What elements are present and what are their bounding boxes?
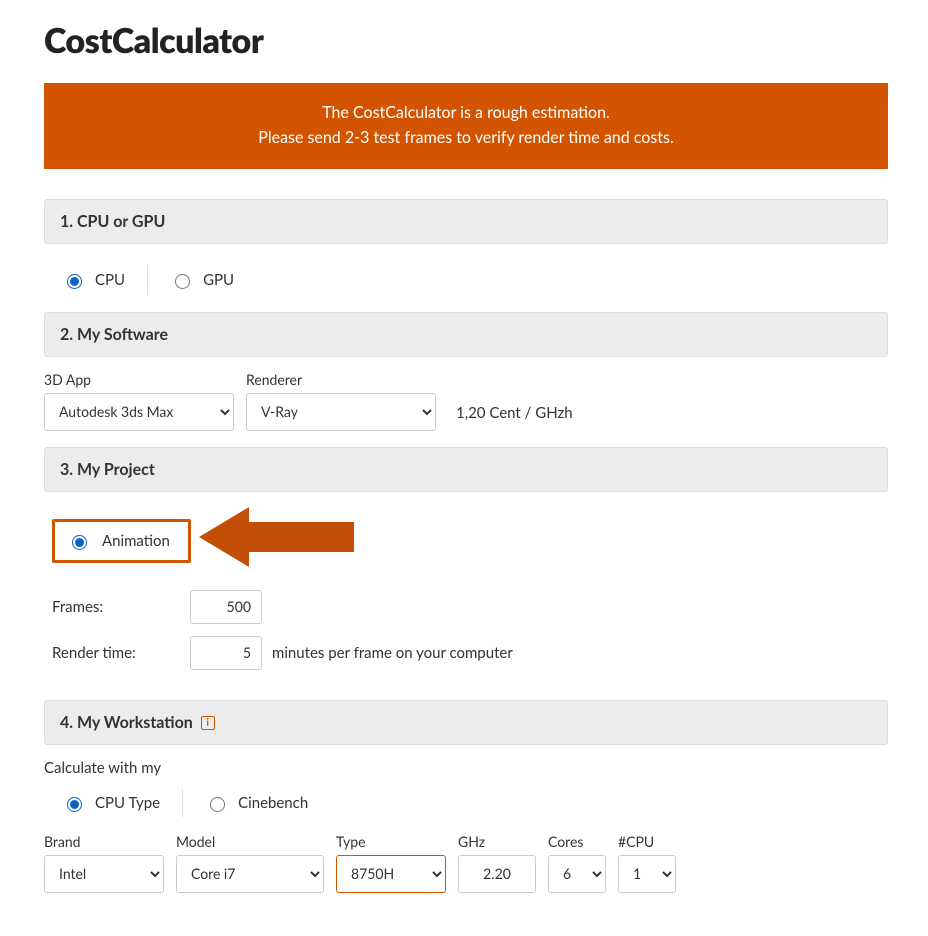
type-select[interactable]: 8750H — [336, 855, 446, 893]
info-banner: The CostCalculator is a rough estimation… — [44, 83, 888, 169]
section-1-heading: 1. CPU or GPU — [44, 199, 888, 244]
gpu-radio-item[interactable]: GPU — [170, 271, 234, 289]
page-title: CostCalculator — [44, 20, 888, 61]
cpu-radio-label: CPU — [95, 271, 125, 289]
gpu-radio[interactable] — [175, 274, 190, 289]
frames-label: Frames: — [52, 598, 190, 616]
arrow-annotation-icon — [199, 502, 359, 576]
app-select[interactable]: Autodesk 3ds Max — [44, 393, 234, 431]
ghz-input[interactable] — [458, 855, 536, 893]
cpu-type-radio[interactable] — [67, 797, 82, 812]
radio-separator — [182, 789, 183, 817]
render-time-input[interactable] — [190, 636, 262, 670]
animation-radio[interactable] — [72, 535, 87, 550]
section-4-heading-text: 4. My Workstation — [60, 713, 193, 732]
frames-input[interactable] — [190, 590, 262, 624]
cinebench-radio-label: Cinebench — [238, 794, 308, 812]
ghz-label: GHz — [458, 833, 536, 850]
cpu-type-radio-item[interactable]: CPU Type — [62, 794, 160, 812]
render-time-label: Render time: — [52, 644, 190, 662]
renderer-label: Renderer — [246, 371, 436, 388]
model-select[interactable]: Core i7 — [176, 855, 324, 893]
model-label: Model — [176, 833, 324, 850]
animation-radio-label: Animation — [102, 532, 170, 550]
banner-line-1: The CostCalculator is a rough estimation… — [322, 103, 610, 122]
info-icon[interactable]: i — [201, 716, 215, 730]
render-time-suffix: minutes per frame on your computer — [272, 644, 513, 662]
brand-select[interactable]: Intel — [44, 855, 164, 893]
cpu-type-radio-label: CPU Type — [95, 794, 160, 812]
gpu-radio-label: GPU — [203, 271, 234, 289]
brand-label: Brand — [44, 833, 164, 850]
banner-line-2: Please send 2-3 test frames to verify re… — [258, 128, 673, 147]
section-2-heading: 2. My Software — [44, 312, 888, 357]
cpu-radio[interactable] — [67, 274, 82, 289]
calculate-with-label: Calculate with my — [44, 759, 888, 777]
cinebench-radio[interactable] — [210, 797, 225, 812]
section-3-heading: 3. My Project — [44, 447, 888, 492]
renderer-select[interactable]: V-Ray — [246, 393, 436, 431]
cores-label: Cores — [548, 833, 606, 850]
app-label: 3D App — [44, 371, 234, 388]
cpu-count-select[interactable]: 1 — [618, 855, 676, 893]
animation-highlight-box: Animation — [52, 519, 191, 563]
section-4-heading: 4. My Workstation i — [44, 700, 888, 745]
cpu-radio-item[interactable]: CPU — [62, 271, 125, 289]
radio-separator — [147, 266, 148, 294]
type-label: Type — [336, 833, 446, 850]
cinebench-radio-item[interactable]: Cinebench — [205, 794, 308, 812]
cpu-gpu-radio-group: CPU GPU — [44, 258, 888, 312]
cpu-count-label: #CPU — [618, 833, 676, 850]
cores-select[interactable]: 6 — [548, 855, 606, 893]
price-text: 1,20 Cent / GHzh — [456, 404, 573, 431]
